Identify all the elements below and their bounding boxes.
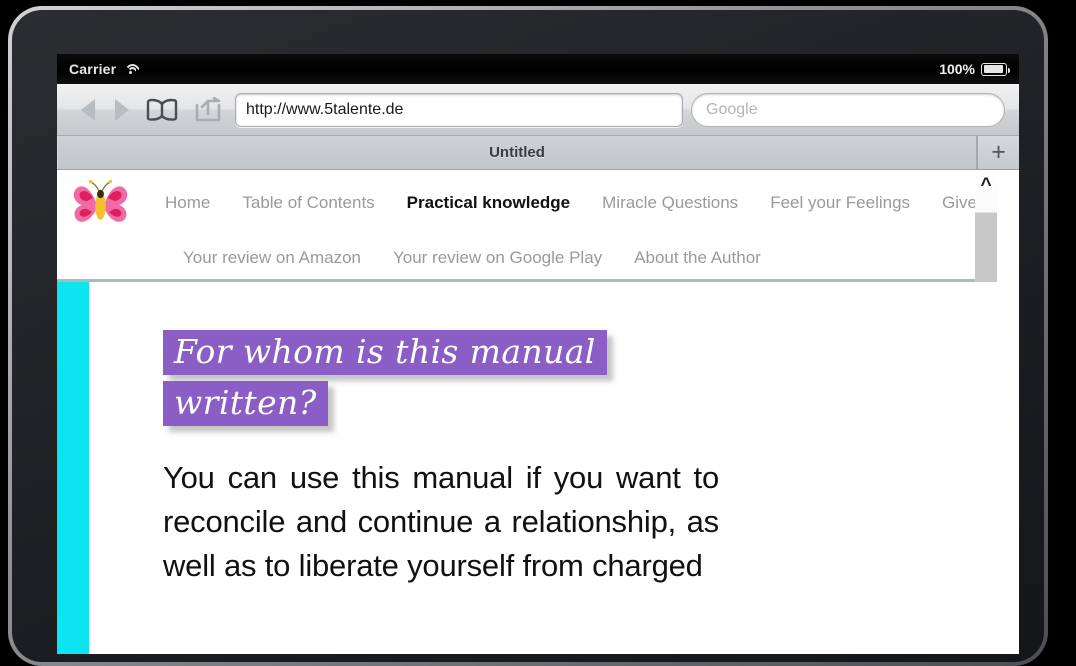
heading-line-2: written? [163,381,328,426]
nav-row-secondary: Your review on Amazon Your review on Goo… [57,236,997,279]
butterfly-logo-icon [73,179,128,222]
battery-icon [981,62,1010,76]
tablet-device-frame: Carrier 100% http://www.5talente.de Goog… [8,6,1048,666]
nav-link-about-the-author[interactable]: About the Author [618,248,777,268]
article-content-area: For whom is this manual written? You can… [57,282,1019,654]
search-input[interactable]: Google [691,92,1005,127]
forward-arrow-icon[interactable] [105,93,139,127]
nav-link-miracle-questions[interactable]: Miracle Questions [586,193,754,213]
back-arrow-icon[interactable] [71,93,105,127]
battery-percent-label: 100% [939,61,975,77]
chevron-up-icon[interactable]: ^ [980,176,991,282]
nav-link-practical-knowledge[interactable]: Practical knowledge [391,193,586,213]
accent-strip [57,282,89,654]
web-page-viewport: Home Table of Contents Practical knowled… [57,170,1019,654]
new-tab-button[interactable]: + [977,136,1019,169]
tab-untitled[interactable]: Untitled [57,136,977,169]
device-screen: Carrier 100% http://www.5talente.de Goog… [57,54,1019,654]
nav-link-review-amazon[interactable]: Your review on Amazon [167,248,377,268]
article-body-text: You can use this manual if you want to r… [163,460,719,584]
page-scrollbar[interactable]: ^ [975,170,997,282]
browser-tab-bar: Untitled + [57,136,1019,170]
carrier-label: Carrier [69,61,117,77]
article: For whom is this manual written? You can… [89,282,1019,654]
heading-line-1: For whom is this manual [163,330,607,375]
browser-toolbar: http://www.5talente.de Google [57,84,1019,136]
book-icon[interactable] [139,98,185,122]
share-arrow-icon[interactable] [185,96,231,123]
wifi-icon [124,63,142,76]
site-navigation: Home Table of Contents Practical knowled… [57,170,997,282]
nav-link-home[interactable]: Home [149,193,226,213]
nav-link-review-google-play[interactable]: Your review on Google Play [377,248,618,268]
ios-status-bar: Carrier 100% [57,54,1019,84]
nav-link-table-of-contents[interactable]: Table of Contents [226,193,390,213]
device-bezel: Carrier 100% http://www.5talente.de Goog… [12,10,1044,662]
article-heading: For whom is this manual written? [163,330,663,426]
nav-link-feel-your-feelings[interactable]: Feel your Feelings [754,193,926,213]
status-bar-right-group: 100% [939,61,1010,77]
url-input[interactable]: http://www.5talente.de [235,92,683,127]
nav-row-primary: Home Table of Contents Practical knowled… [57,170,997,236]
